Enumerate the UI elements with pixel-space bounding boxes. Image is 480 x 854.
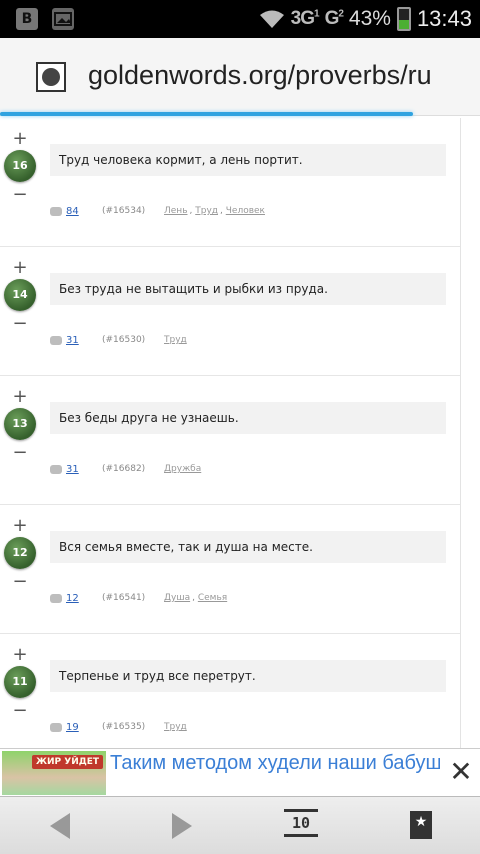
comments-link[interactable]: 12 xyxy=(66,593,102,604)
proverb-text[interactable]: Терпенье и труд все перетрут. xyxy=(50,660,446,692)
tag-list: Лень, Труд, Человек xyxy=(164,206,267,216)
clock: 13:43 xyxy=(416,6,472,31)
tag-link[interactable]: Труд xyxy=(195,206,218,216)
comment-icon xyxy=(50,335,62,345)
vote-down-button[interactable]: − xyxy=(12,700,28,721)
vote-up-button[interactable]: + xyxy=(12,257,28,278)
battery-icon xyxy=(396,7,411,31)
vote-down-button[interactable]: − xyxy=(12,313,28,334)
comment-icon xyxy=(50,722,62,732)
ad-text[interactable]: Таким методом худели наши бабушки в СССР… xyxy=(110,751,440,797)
tag-link[interactable]: Душа xyxy=(164,593,190,603)
tag-list: Душа, Семья xyxy=(164,593,229,603)
tabs-icon: 10 xyxy=(284,809,318,837)
proverb-id: (#16541) xyxy=(102,593,146,603)
status-indicators: 3G1 G2 43% 13:43 xyxy=(259,0,472,38)
vote-up-button[interactable]: + xyxy=(12,515,28,536)
vote-down-button[interactable]: − xyxy=(12,571,28,592)
proverb-meta: 12 (#16541) Душа, Семья xyxy=(50,591,229,605)
proverb-meta: 31 (#16530) Труд xyxy=(50,333,189,347)
proverb-meta: 31 (#16682) Дружба xyxy=(50,462,203,476)
column-divider xyxy=(460,118,461,748)
comment-icon xyxy=(50,464,62,474)
proverb-meta: 19 (#16535) Труд xyxy=(50,720,189,734)
battery-percent: 43% xyxy=(348,7,391,30)
proverb-item: +11− Терпенье и труд все перетрут. 19 (#165… xyxy=(0,634,460,748)
comments-link[interactable]: 31 xyxy=(66,335,102,346)
url-text[interactable]: goldenwords.org/proverbs/ru xyxy=(88,60,432,91)
gallery-icon xyxy=(52,8,74,30)
proverb-list: +16− Труд человека кормит, а лень портит.… xyxy=(0,118,480,748)
forward-button[interactable] xyxy=(164,809,198,843)
comment-icon xyxy=(50,206,62,216)
tag-link[interactable]: Дружба xyxy=(164,464,201,474)
tabs-button[interactable]: 10 xyxy=(284,809,318,843)
proverb-text[interactable]: Труд человека кормит, а лень портит. xyxy=(50,144,446,176)
tag-link[interactable]: Труд xyxy=(164,722,187,732)
wifi-icon xyxy=(259,10,284,28)
rating-badge: 11 xyxy=(4,666,36,698)
back-button[interactable] xyxy=(44,809,78,843)
status-bar: B 3G1 G2 43% 13:43 xyxy=(0,0,480,38)
proverb-item: +13− Без беды друга не узнаешь. 31 (#16682)… xyxy=(0,376,460,505)
proverb-id: (#16682) xyxy=(102,464,146,474)
proverb-item: +12− Вся семья вместе, так и душа на мест… xyxy=(0,505,460,634)
tag-link[interactable]: Труд xyxy=(164,335,187,345)
browser-nav-bar: 10 ★ xyxy=(0,796,480,854)
tag-link[interactable]: Лень xyxy=(164,206,188,216)
tag-separator: , xyxy=(192,593,198,603)
proverb-meta: 84 (#16534) Лень, Труд, Человек xyxy=(50,204,267,218)
proverb-item: +16− Труд человека кормит, а лень портит.… xyxy=(0,118,460,247)
comments-link[interactable]: 31 xyxy=(66,464,102,475)
comments-link[interactable]: 84 xyxy=(66,206,102,217)
rating-badge: 14 xyxy=(4,279,36,311)
vote-up-button[interactable]: + xyxy=(12,128,28,149)
back-arrow-icon xyxy=(50,813,70,839)
vote-down-button[interactable]: − xyxy=(12,442,28,463)
ad-image[interactable]: ЖИР УЙДЕТ xyxy=(2,751,106,795)
close-icon[interactable]: ✕ xyxy=(448,757,474,787)
comment-icon xyxy=(50,593,62,603)
url-bar[interactable]: goldenwords.org/proverbs/ru xyxy=(0,38,480,116)
network-g-indicator: G2 xyxy=(324,8,344,29)
proverb-id: (#16535) xyxy=(102,722,146,732)
bookmark-star-icon: ★ xyxy=(410,811,432,839)
vk-icon: B xyxy=(16,8,38,30)
site-globe-icon[interactable] xyxy=(36,62,66,92)
tag-list: Труд xyxy=(164,722,189,732)
proverb-id: (#16530) xyxy=(102,335,146,345)
vote-up-button[interactable]: + xyxy=(12,644,28,665)
vote-down-button[interactable]: − xyxy=(12,184,28,205)
forward-arrow-icon xyxy=(172,813,192,839)
comments-link[interactable]: 19 xyxy=(66,722,102,733)
tag-list: Дружба xyxy=(164,464,203,474)
proverb-text[interactable]: Без беды друга не узнаешь. xyxy=(50,402,446,434)
network-3g-indicator: 3G1 xyxy=(290,8,320,29)
proverb-item: +14− Без труда не вытащить и рыбки из пру… xyxy=(0,247,460,376)
bookmark-button[interactable]: ★ xyxy=(404,809,438,843)
rating-badge: 12 xyxy=(4,537,36,569)
proverb-text[interactable]: Вся семья вместе, так и душа на месте. xyxy=(50,531,446,563)
tag-list: Труд xyxy=(164,335,189,345)
ad-banner[interactable]: ЖИР УЙДЕТ Таким методом худели наши бабу… xyxy=(0,748,480,796)
vote-up-button[interactable]: + xyxy=(12,386,28,407)
rating-badge: 13 xyxy=(4,408,36,440)
proverb-text[interactable]: Без труда не вытащить и рыбки из пруда. xyxy=(50,273,446,305)
proverb-id: (#16534) xyxy=(102,206,146,216)
rating-badge: 16 xyxy=(4,150,36,182)
tag-link[interactable]: Человек xyxy=(226,206,265,216)
tag-link[interactable]: Семья xyxy=(198,593,227,603)
tag-separator: , xyxy=(220,206,226,216)
ad-image-label: ЖИР УЙДЕТ xyxy=(32,755,104,769)
